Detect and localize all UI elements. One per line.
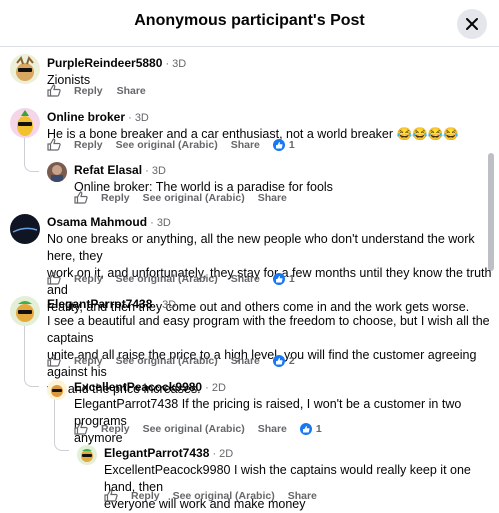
share-button[interactable]: Share xyxy=(231,273,260,285)
comment-author[interactable]: ExcellentPeacock9980 xyxy=(74,380,202,394)
reaction-count[interactable]: 1 xyxy=(272,272,295,285)
comment-actions: Reply See original (Arabic) Share 1 xyxy=(74,422,322,435)
comment-text-line: No one breaks or anything, all the new p… xyxy=(47,232,475,263)
close-button[interactable] xyxy=(457,9,487,39)
share-button[interactable]: Share xyxy=(288,490,317,502)
see-original-button[interactable]: See original (Arabic) xyxy=(143,423,245,435)
reply-button[interactable]: Reply xyxy=(74,273,103,285)
comment-time[interactable]: 2D xyxy=(219,448,233,460)
comment-author[interactable]: ElegantParrot7438 xyxy=(104,446,209,460)
like-reaction-icon xyxy=(272,138,285,151)
like-icon[interactable] xyxy=(47,84,61,97)
reaction-count[interactable]: 1 xyxy=(272,138,295,151)
avatar[interactable] xyxy=(10,108,40,138)
see-original-button[interactable]: See original (Arabic) xyxy=(116,355,218,367)
comment-actions: Reply See original (Arabic) Share 1 xyxy=(47,272,295,285)
like-icon[interactable] xyxy=(47,272,61,285)
like-reaction-icon xyxy=(272,272,285,285)
comment-author[interactable]: Refat Elasal xyxy=(74,163,142,177)
share-button[interactable]: Share xyxy=(258,423,287,435)
comment-actions: Reply See original (Arabic) Share xyxy=(74,191,287,204)
like-reaction-icon xyxy=(299,422,312,435)
thread-line xyxy=(54,397,55,437)
comment: ExcellentPeacock9980 · 2D ElegantParrot7… xyxy=(74,378,499,447)
reply-button[interactable]: Reply xyxy=(101,423,130,435)
thread-connector xyxy=(54,436,69,451)
share-button[interactable]: Share xyxy=(231,355,260,367)
share-button[interactable]: Share xyxy=(231,139,260,151)
avatar[interactable] xyxy=(47,380,67,400)
comment-actions: Reply See original (Arabic) Share xyxy=(104,489,317,502)
like-icon[interactable] xyxy=(47,138,61,151)
thread-connector xyxy=(24,157,39,172)
comment-actions: Reply Share xyxy=(47,84,146,97)
reply-button[interactable]: Reply xyxy=(74,85,103,97)
comment-time[interactable]: 2D xyxy=(212,382,226,394)
comment-actions: Reply See original (Arabic) Share 2 xyxy=(47,354,295,367)
share-button[interactable]: Share xyxy=(258,192,287,204)
thread-connector xyxy=(24,372,39,387)
comment-time[interactable]: 3D xyxy=(162,299,176,311)
reaction-count[interactable]: 1 xyxy=(299,422,322,435)
comment-time[interactable]: 3D xyxy=(157,217,171,229)
reply-button[interactable]: Reply xyxy=(74,355,103,367)
comment-author[interactable]: ElegantParrot7438 xyxy=(47,297,152,311)
avatar[interactable] xyxy=(10,54,40,84)
see-original-button[interactable]: See original (Arabic) xyxy=(116,139,218,151)
see-original-button[interactable]: See original (Arabic) xyxy=(116,273,218,285)
avatar[interactable] xyxy=(10,214,40,244)
reaction-count[interactable]: 2 xyxy=(272,354,295,367)
dialog-title: Anonymous participant's Post xyxy=(134,12,365,29)
see-original-button[interactable]: See original (Arabic) xyxy=(143,192,245,204)
like-reaction-icon xyxy=(272,354,285,367)
comment-author[interactable]: Osama Mahmoud xyxy=(47,215,147,229)
avatar[interactable] xyxy=(77,445,97,465)
dialog-header: Anonymous participant's Post xyxy=(0,0,499,47)
like-icon[interactable] xyxy=(47,354,61,367)
comment-time[interactable]: 3D xyxy=(172,58,186,70)
share-button[interactable]: Share xyxy=(117,85,146,97)
comment-text-line: I see a beautiful and easy program with … xyxy=(47,314,490,345)
comment-time[interactable]: 3D xyxy=(135,112,149,124)
see-original-button[interactable]: See original (Arabic) xyxy=(173,490,275,502)
avatar[interactable] xyxy=(47,162,67,182)
like-icon[interactable] xyxy=(74,422,88,435)
comment: ElegantParrot7438 · 2D ExcellentPeacock9… xyxy=(104,444,499,513)
comment-author[interactable]: Online broker xyxy=(47,110,125,124)
comment-time[interactable]: 3D xyxy=(152,165,166,177)
thread-line xyxy=(24,318,25,373)
reply-button[interactable]: Reply xyxy=(74,139,103,151)
like-icon[interactable] xyxy=(74,191,88,204)
comment-actions: Reply See original (Arabic) Share 1 xyxy=(47,138,295,151)
close-icon xyxy=(466,18,478,30)
reply-button[interactable]: Reply xyxy=(131,490,160,502)
like-icon[interactable] xyxy=(104,489,118,502)
avatar[interactable] xyxy=(10,296,40,326)
comment-author[interactable]: PurpleReindeer5880 xyxy=(47,56,162,70)
reply-button[interactable]: Reply xyxy=(101,192,130,204)
